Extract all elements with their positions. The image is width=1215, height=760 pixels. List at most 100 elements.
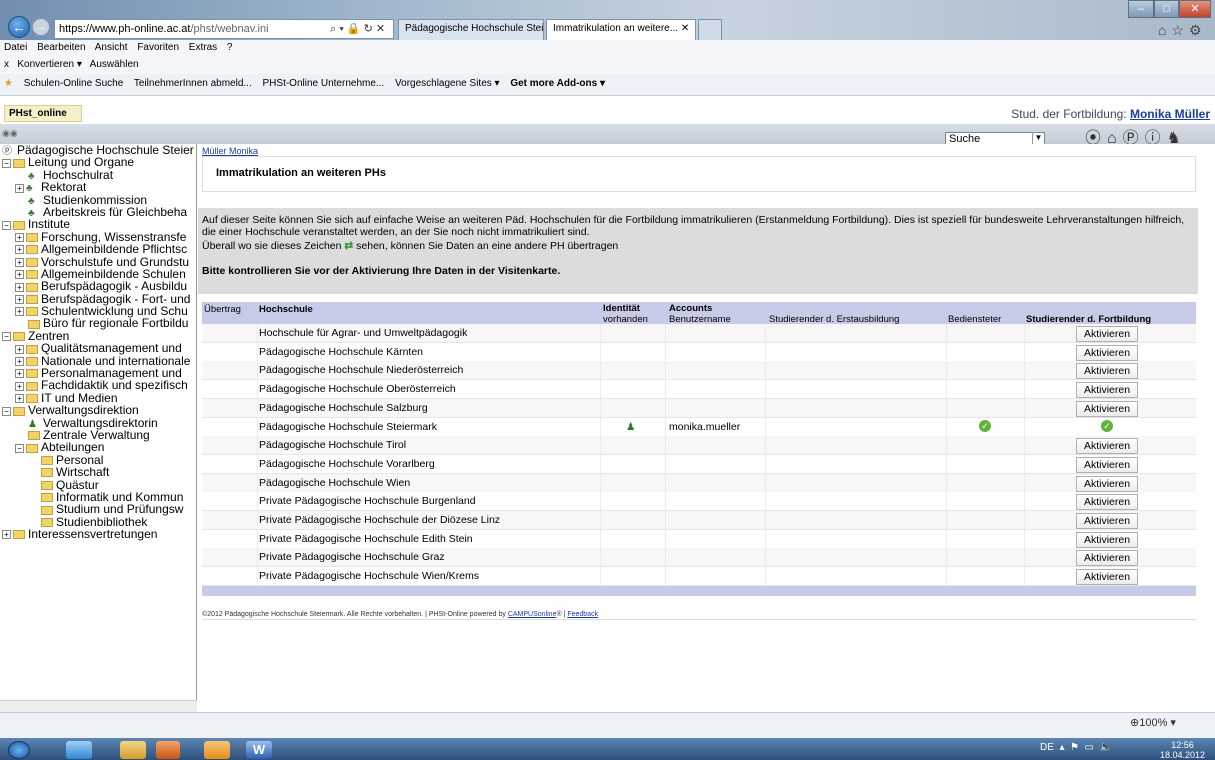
language-indicator: DE — [1040, 742, 1054, 753]
browser-tab-1[interactable]: Pädagogische Hochschule Stei... — [398, 19, 544, 40]
select-button[interactable]: Auswählen — [90, 59, 139, 70]
expand-icon[interactable]: + — [15, 257, 24, 267]
column-divider — [257, 529, 258, 549]
aktivieren-button[interactable]: Aktivieren — [1076, 456, 1138, 473]
clock[interactable]: 12:56 18.04.2012 — [1160, 740, 1205, 760]
menu-datei[interactable]: Datei — [4, 42, 27, 53]
sidebar-item[interactable]: + Interessensvertretungen — [0, 528, 196, 540]
expand-icon[interactable]: + — [15, 356, 24, 366]
zoom-control[interactable]: ⊕100% ▾ — [1130, 716, 1176, 729]
expand-icon[interactable]: + — [2, 530, 11, 540]
hochschule-name: Pädagogische Hochschule Steiermark — [259, 420, 438, 433]
taskbar-media-icon[interactable] — [156, 741, 180, 759]
system-tray[interactable]: DE ▴ ⚑ ▭ 🔈 — [1040, 742, 1112, 753]
favorites-bar: ★ Schulen-Online Suche TeilnehmerInnen a… — [0, 74, 1215, 96]
campusonline-link[interactable]: CAMPUSonline — [508, 611, 557, 618]
menu-extras[interactable]: Extras — [189, 42, 217, 53]
fav-suggested-sites[interactable]: Vorgeschlagene Sites ▾ — [395, 78, 500, 89]
fav-addons[interactable]: Get more Add-ons ▾ — [510, 78, 605, 89]
taskbar-explorer-icon[interactable] — [120, 741, 146, 759]
expand-icon[interactable]: + — [15, 369, 24, 379]
expand-icon[interactable]: + — [15, 245, 24, 255]
close-tab-icon[interactable]: ✕ — [681, 23, 689, 34]
org-tree-sidebar: ⓟ Pädagogische Hochschule Steier − Leitung … — [0, 144, 197, 712]
minimize-button[interactable]: – — [1128, 0, 1154, 18]
fav-teilnehmer[interactable]: TeilnehmerInnen abmeld... — [134, 78, 252, 89]
back-button[interactable]: ← — [8, 16, 30, 38]
aktivieren-button[interactable]: Aktivieren — [1076, 513, 1138, 529]
aktivieren-button[interactable]: Aktivieren — [1076, 382, 1138, 399]
aktivieren-button[interactable]: Aktivieren — [1076, 438, 1138, 455]
folder-icon — [41, 468, 53, 478]
hochschule-name: Pädagogische Hochschule Salzburg — [259, 401, 428, 414]
expand-icon[interactable]: + — [15, 282, 24, 292]
column-divider — [257, 567, 258, 587]
expand-icon[interactable]: + — [15, 295, 24, 305]
taskbar-word-icon[interactable]: W — [246, 741, 272, 759]
address-controls[interactable]: ⌕ ▾ 🔒 ↻ ✕ — [330, 22, 385, 36]
aktivieren-button[interactable]: Aktivieren — [1076, 475, 1138, 492]
start-button[interactable] — [8, 741, 30, 759]
collapse-icon[interactable]: − — [2, 220, 11, 230]
column-divider — [665, 324, 666, 343]
sidebar-scrollbar[interactable] — [0, 700, 197, 712]
aktivieren-button[interactable]: Aktivieren — [1076, 569, 1138, 586]
collapse-icon[interactable]: − — [15, 443, 24, 453]
taskbar-outlook-icon[interactable] — [204, 741, 230, 759]
favorites-star-icon[interactable]: ★ — [4, 78, 13, 89]
column-divider — [946, 567, 947, 587]
aktivieren-button[interactable]: Aktivieren — [1076, 326, 1138, 342]
expand-icon[interactable]: + — [15, 381, 24, 391]
maximize-button[interactable]: □ — [1154, 0, 1179, 18]
close-window-button[interactable]: ✕ — [1179, 0, 1211, 18]
taskbar-ie-icon[interactable] — [66, 741, 92, 759]
aktivieren-button[interactable]: Aktivieren — [1076, 494, 1138, 511]
hochschule-name: Pädagogische Hochschule Niederösterreich — [259, 364, 464, 377]
close-toolbar-button[interactable]: x — [4, 59, 9, 70]
user-line: Stud. der Fortbildung: Monika Müller — [790, 107, 1210, 121]
collapse-icon[interactable]: − — [2, 332, 11, 342]
expand-icon[interactable]: + — [15, 233, 24, 243]
nav-arrows-icon[interactable]: ◉◉ — [2, 128, 18, 139]
menu-favoriten[interactable]: Favoriten — [137, 42, 179, 53]
column-divider — [600, 417, 601, 437]
aktivieren-button[interactable]: Aktivieren — [1076, 550, 1138, 567]
collapse-icon[interactable]: − — [2, 406, 11, 416]
new-tab-button[interactable] — [698, 19, 722, 40]
column-divider — [765, 511, 766, 530]
column-divider — [257, 324, 258, 343]
fav-schulen-online[interactable]: Schulen-Online Suche — [24, 78, 124, 89]
tab-2-label: Immatrikulation an weitere... — [553, 23, 679, 34]
expand-icon[interactable]: + — [15, 344, 24, 354]
browser-tab-2[interactable]: Immatrikulation an weitere... ✕ — [546, 19, 696, 40]
feedback-link[interactable]: Feedback — [567, 611, 598, 618]
convert-button[interactable]: Konvertieren ▾ — [17, 59, 82, 70]
expand-icon[interactable]: + — [15, 307, 24, 317]
aktivieren-button[interactable]: Aktivieren — [1076, 400, 1138, 417]
column-divider — [257, 436, 258, 456]
folder-icon — [13, 220, 25, 230]
fav-phst-online[interactable]: PHSt-Online Unternehme... — [263, 78, 385, 89]
sidebar-item[interactable]: ♣ Hochschulrat — [0, 169, 196, 182]
aktivieren-button[interactable]: Aktivieren — [1076, 531, 1138, 548]
column-divider — [1024, 492, 1025, 512]
expand-icon[interactable]: + — [15, 270, 24, 280]
app-home-tab[interactable]: PHst_online — [4, 105, 82, 122]
aktivieren-button[interactable]: Aktivieren — [1076, 363, 1138, 380]
user-name-link[interactable]: Monika Müller — [1130, 107, 1210, 121]
column-divider — [665, 567, 666, 587]
collapse-icon[interactable]: − — [2, 158, 11, 168]
menu-ansicht[interactable]: Ansicht — [95, 42, 128, 53]
menu-help[interactable]: ? — [227, 42, 233, 53]
hochschule-name: Pädagogische Hochschule Tirol — [259, 439, 407, 452]
column-divider — [946, 511, 947, 530]
forward-button[interactable]: → — [32, 18, 50, 36]
aktivieren-button[interactable]: Aktivieren — [1076, 344, 1138, 361]
column-divider — [765, 436, 766, 456]
menu-bearbeiten[interactable]: Bearbeiten — [37, 42, 85, 53]
home-favorites-tools-icons[interactable]: ⌂☆⚙ — [1158, 22, 1207, 39]
expand-icon[interactable]: + — [15, 394, 24, 404]
expand-icon[interactable]: + — [15, 183, 24, 193]
command-bar: x Konvertieren ▾ Auswählen — [0, 56, 1215, 74]
column-divider — [946, 548, 947, 568]
